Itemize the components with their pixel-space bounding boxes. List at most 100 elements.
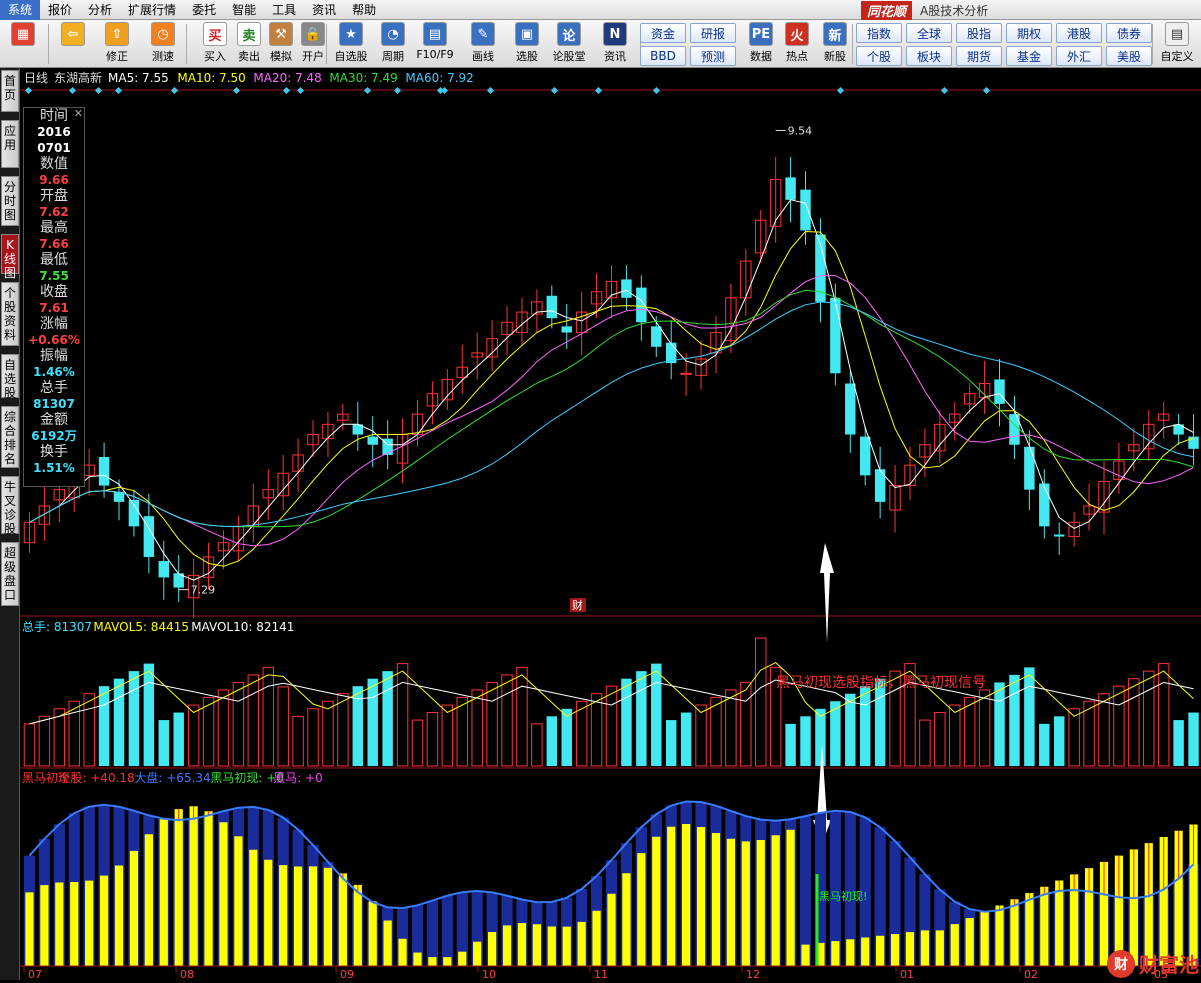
grid-button-0-2[interactable]: 指数: [856, 23, 902, 43]
toolbar-button-data[interactable]: PE 数据: [744, 22, 778, 66]
app-icon: ▦: [11, 22, 35, 46]
sidebar-tab-6[interactable]: 综合排名: [1, 406, 19, 468]
menu-item-1[interactable]: 报价: [40, 0, 80, 20]
volume-bar: [755, 637, 767, 767]
grid-button-0-1[interactable]: 研报: [690, 23, 736, 43]
volume-bar: [636, 671, 647, 766]
menu-item-0[interactable]: 系统: [0, 0, 41, 20]
info-high: 7.66: [39, 237, 69, 251]
volume-bar: [471, 689, 483, 767]
menu-item-7[interactable]: 资讯: [304, 0, 344, 20]
sidebar-tab-3[interactable]: K线图: [1, 234, 19, 280]
menu-item-6[interactable]: 工具: [264, 0, 304, 20]
grid-button-1-0[interactable]: BBD: [640, 46, 686, 66]
customize-button[interactable]: ▤ 自定义: [1160, 22, 1194, 66]
volume-bar: [785, 723, 796, 766]
event-marker: [363, 86, 372, 95]
chart-area[interactable]: 日线 东湖高新 MA5: 7.55 MA10: 7.50 MA20: 7.48 MA30:…: [20, 68, 1201, 981]
grid-button-0-5[interactable]: 期权: [1006, 23, 1052, 43]
toolbar-label: 画线: [472, 50, 494, 63]
volume-bar: [1053, 716, 1065, 766]
grid-button-0-0[interactable]: 资金: [640, 23, 686, 43]
volume-bar: [1098, 693, 1110, 767]
toolbar-button-forum[interactable]: 论论股堂: [552, 22, 586, 66]
sell-icon: 卖: [237, 22, 261, 46]
watermark: 财 财富池: [1107, 949, 1199, 978]
volume-bar: [217, 689, 230, 767]
toolbar-button-app[interactable]: ▦: [6, 22, 40, 66]
volume-bar: [740, 681, 752, 767]
volume-legend-0: 总手: 81307: [22, 620, 92, 634]
grid-button-1-5[interactable]: 基金: [1006, 46, 1052, 66]
toolbar-button-favorite[interactable]: ★ 自选股: [334, 22, 368, 66]
sidebar-tab-5[interactable]: 自选股: [1, 354, 19, 400]
toolbar-label: 选股: [516, 50, 538, 63]
volume-bar: [486, 681, 498, 767]
toolbar-button-sell[interactable]: 卖卖出: [232, 22, 266, 66]
toolbar-button-draw[interactable]: ✎ 画线: [466, 22, 500, 66]
toolbar-button-buy[interactable]: 买买入: [198, 22, 232, 66]
info-turn-label: 换手: [40, 444, 68, 460]
candle-body: [680, 372, 692, 375]
sidebar-tab-7[interactable]: 牛叉诊股: [1, 476, 19, 536]
sidebar-tab-0[interactable]: 首页: [1, 70, 19, 112]
axis-label-5: 12: [746, 968, 760, 980]
grid-button-1-3[interactable]: 板块: [906, 46, 952, 66]
volume-bar: [143, 663, 155, 766]
info-vol-label: 总手: [40, 380, 68, 396]
volume-bar: [23, 723, 36, 767]
close-icon[interactable]: ✕: [74, 106, 83, 122]
volume-bar: [1068, 708, 1080, 767]
menu-item-3[interactable]: 扩展行情: [120, 0, 184, 20]
toolbar-button-sim[interactable]: ⚒ 模拟: [264, 22, 298, 66]
info-low: 7.55: [39, 269, 69, 283]
toolbar-button-newstock[interactable]: 新新股: [818, 22, 852, 66]
volume-bar: [501, 674, 513, 767]
toolbar-button-lock[interactable]: 🔒 开户: [296, 22, 330, 66]
toolbar-button-f10[interactable]: ▤ F10/F9: [416, 22, 454, 66]
volume-bar: [456, 696, 468, 767]
toolbar-button-pick[interactable]: ▣ 选股: [510, 22, 544, 66]
toolbar-button-period[interactable]: ◔ 周期: [376, 22, 410, 66]
grid-button-1-7[interactable]: 美股: [1106, 46, 1152, 66]
toolbar-separator: [852, 24, 853, 64]
volume-bar: [725, 689, 737, 767]
volume-bar: [441, 704, 454, 767]
candle-body: [1024, 446, 1035, 490]
volume-bar: [605, 685, 618, 767]
toolbar-label: 新股: [824, 50, 846, 63]
info-amt-label: 金额: [40, 412, 68, 428]
info-value-label: 数值: [40, 156, 68, 172]
info-panel: ✕ 时间 2016 0701 数值 9.66 开盘 7.62 最高 7.66 最…: [23, 107, 85, 487]
news-icon: N: [603, 22, 627, 46]
toolbar-button-speed[interactable]: ◷ 测速: [146, 22, 180, 66]
menu-item-4[interactable]: 委托: [184, 0, 224, 20]
volume-bar: [337, 693, 349, 767]
volume-bar: [1173, 720, 1184, 766]
grid-button-1-2[interactable]: 个股: [856, 46, 902, 66]
grid-button-0-7[interactable]: 债券: [1106, 23, 1152, 43]
toolbar-label: 卖出: [238, 50, 260, 63]
menu-item-2[interactable]: 分析: [80, 0, 120, 20]
grid-button-0-6[interactable]: 港股: [1056, 23, 1102, 43]
grid-button-1-1[interactable]: 预测: [690, 46, 736, 66]
grid-button-1-6[interactable]: 外汇: [1056, 46, 1102, 66]
menu-item-8[interactable]: 帮助: [344, 0, 384, 20]
toolbar-button-fix[interactable]: ⇧ 修正: [100, 22, 134, 66]
forum-icon: 论: [557, 22, 581, 46]
menu-item-5[interactable]: 智能: [224, 0, 264, 20]
kline-chart-svg[interactable]: 日线 东湖高新 MA5: 7.55 MA10: 7.50 MA20: 7.48 MA30:…: [20, 68, 1201, 981]
sidebar-tab-4[interactable]: 个股资料: [1, 282, 19, 346]
grid-button-1-4[interactable]: 期货: [956, 46, 1002, 66]
grid-button-0-3[interactable]: 全球: [906, 23, 952, 43]
grid-button-0-4[interactable]: 股指: [956, 23, 1002, 43]
sidebar-tab-1[interactable]: 应用: [1, 120, 19, 168]
toolbar-button-news[interactable]: N 资讯: [598, 22, 632, 66]
toolbar-button-back[interactable]: ⇦: [56, 22, 90, 66]
event-marker: [94, 86, 103, 95]
sidebar-tab-2[interactable]: 分时图: [1, 176, 19, 226]
info-amp: 1.46%: [33, 365, 75, 379]
volume-bar: [367, 678, 378, 766]
sidebar-tab-8[interactable]: 超级盘口: [1, 542, 19, 606]
toolbar-button-hot[interactable]: 火热点: [780, 22, 814, 66]
